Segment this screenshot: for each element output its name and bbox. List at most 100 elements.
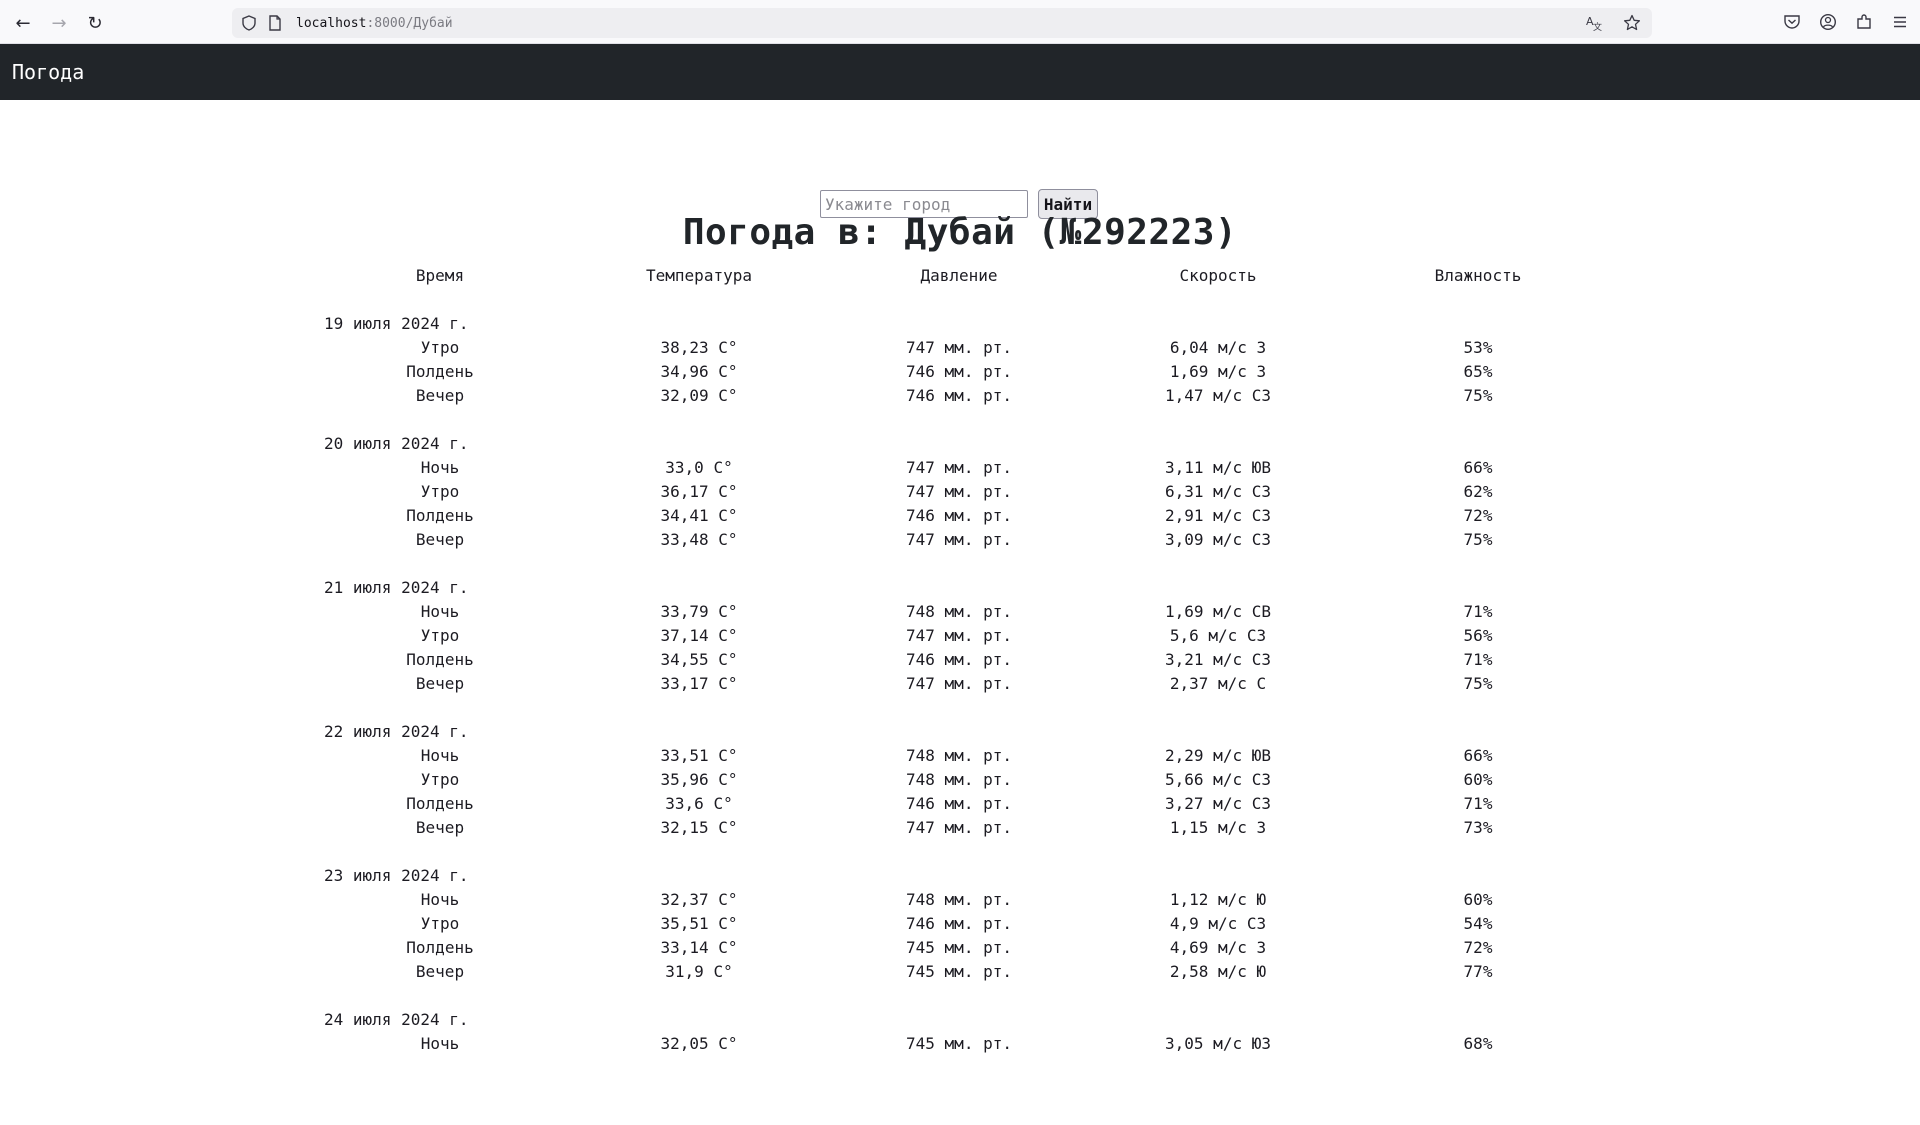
page-info-icon[interactable] <box>266 14 284 32</box>
table-row: Вечер 33,48 C° 747 мм. рт. 3,09 м/с СЗ 75% <box>310 528 1610 552</box>
wind-cell: 3,09 м/с СЗ <box>1165 530 1271 549</box>
humidity-cell: 71% <box>1463 602 1493 621</box>
reload-icon: ↻ <box>87 12 103 34</box>
humidity-cell: 60% <box>1463 770 1493 789</box>
day-group: 22 июля 2024 г. Ночь 33,51 C° 748 мм. рт. 2,… <box>310 720 1610 840</box>
wind-cell: 1,15 м/с З <box>1169 818 1267 837</box>
table-row: Вечер 32,15 C° 747 мм. рт. 1,15 м/с З 73% <box>310 816 1610 840</box>
pressure-cell: 747 мм. рт. <box>906 818 1012 837</box>
day-group: 24 июля 2024 г. Ночь 32,05 C° 745 мм. рт. 3,… <box>310 1008 1610 1056</box>
column-header-wind-speed: Скорость <box>1179 266 1257 285</box>
wind-cell: 4,9 м/с СЗ <box>1169 914 1267 933</box>
pressure-cell: 745 мм. рт. <box>906 938 1012 957</box>
humidity-cell: 66% <box>1463 746 1493 765</box>
temperature-cell: 33,6 C° <box>665 794 733 813</box>
temperature-cell: 33,17 C° <box>660 674 738 693</box>
back-arrow-icon: ← <box>15 12 31 34</box>
humidity-cell: 68% <box>1463 1034 1493 1053</box>
bookmark-star-icon[interactable] <box>1620 11 1644 35</box>
browser-toolbar: ← → ↻ localhost:8000/Дубай A文 <box>0 0 1920 44</box>
brand-link[interactable]: Погода <box>12 60 84 84</box>
humidity-cell: 62% <box>1463 482 1493 501</box>
wind-cell: 2,91 м/с СЗ <box>1165 506 1271 525</box>
table-row: Полдень 33,14 C° 745 мм. рт. 4,69 м/с З 72% <box>310 936 1610 960</box>
time-cell: Вечер <box>415 962 465 981</box>
pressure-cell: 746 мм. рт. <box>906 362 1012 381</box>
forward-button[interactable]: → <box>46 10 72 36</box>
time-cell: Ночь <box>420 458 460 477</box>
forward-arrow-icon: → <box>51 12 67 34</box>
time-cell: Утро <box>420 482 460 501</box>
humidity-cell: 56% <box>1463 626 1493 645</box>
time-cell: Утро <box>420 914 460 933</box>
time-cell: Утро <box>420 338 460 357</box>
temperature-cell: 35,51 C° <box>660 914 738 933</box>
table-row: Полдень 34,96 C° 746 мм. рт. 1,69 м/с З 65% <box>310 360 1610 384</box>
column-header-time: Время <box>415 266 465 285</box>
wind-cell: 5,66 м/с СЗ <box>1165 770 1271 789</box>
pressure-cell: 747 мм. рт. <box>906 626 1012 645</box>
humidity-cell: 77% <box>1463 962 1493 981</box>
pressure-cell: 748 мм. рт. <box>906 746 1012 765</box>
time-cell: Вечер <box>415 530 465 549</box>
wind-cell: 6,04 м/с З <box>1169 338 1267 357</box>
table-row: Вечер 31,9 C° 745 мм. рт. 2,58 м/с Ю 77% <box>310 960 1610 984</box>
humidity-cell: 75% <box>1463 674 1493 693</box>
temperature-cell: 38,23 C° <box>660 338 738 357</box>
table-row: Утро 37,14 C° 747 мм. рт. 5,6 м/с СЗ 56% <box>310 624 1610 648</box>
extensions-icon[interactable] <box>1852 10 1876 34</box>
humidity-cell: 65% <box>1463 362 1493 381</box>
wind-cell: 5,6 м/с СЗ <box>1169 626 1267 645</box>
pressure-cell: 746 мм. рт. <box>906 914 1012 933</box>
table-row: Вечер 32,09 C° 746 мм. рт. 1,47 м/с СЗ 75% <box>310 384 1610 408</box>
pressure-cell: 747 мм. рт. <box>906 674 1012 693</box>
humidity-cell: 53% <box>1463 338 1493 357</box>
pressure-cell: 747 мм. рт. <box>906 482 1012 501</box>
translate-icon[interactable]: A文 <box>1582 11 1606 35</box>
humidity-cell: 54% <box>1463 914 1493 933</box>
reload-button[interactable]: ↻ <box>82 10 108 36</box>
time-cell: Полдень <box>406 938 474 957</box>
menu-icon[interactable] <box>1888 10 1912 34</box>
temperature-cell: 33,51 C° <box>660 746 738 765</box>
temperature-cell: 32,37 C° <box>660 890 738 909</box>
url-text: localhost:8000/Дубай <box>296 16 453 31</box>
day-date-label: 20 июля 2024 г. <box>324 434 469 453</box>
wind-cell: 1,12 м/с Ю <box>1169 890 1267 909</box>
pressure-cell: 748 мм. рт. <box>906 890 1012 909</box>
day-group: 19 июля 2024 г. Утро 38,23 C° 747 мм. рт. 6,… <box>310 312 1610 408</box>
back-button[interactable]: ← <box>10 10 36 36</box>
url-host: localhost <box>296 15 367 31</box>
pressure-cell: 748 мм. рт. <box>906 602 1012 621</box>
humidity-cell: 71% <box>1463 650 1493 669</box>
table-row: Ночь 32,37 C° 748 мм. рт. 1,12 м/с Ю 60% <box>310 888 1610 912</box>
wind-cell: 2,29 м/с ЮВ <box>1165 746 1271 765</box>
time-cell: Утро <box>420 626 460 645</box>
pressure-cell: 745 мм. рт. <box>906 962 1012 981</box>
temperature-cell: 33,0 C° <box>665 458 733 477</box>
wind-cell: 2,37 м/с С <box>1169 674 1267 693</box>
day-date-label: 23 июля 2024 г. <box>324 866 469 885</box>
humidity-cell: 60% <box>1463 890 1493 909</box>
time-cell: Полдень <box>406 794 474 813</box>
humidity-cell: 71% <box>1463 794 1493 813</box>
temperature-cell: 32,09 C° <box>660 386 738 405</box>
wind-cell: 2,58 м/с Ю <box>1169 962 1267 981</box>
table-row: Полдень 34,41 C° 746 мм. рт. 2,91 м/с СЗ 72% <box>310 504 1610 528</box>
pocket-icon[interactable] <box>1780 10 1804 34</box>
pressure-cell: 746 мм. рт. <box>906 794 1012 813</box>
account-icon[interactable] <box>1816 10 1840 34</box>
day-date-label: 24 июля 2024 г. <box>324 1010 469 1029</box>
table-row: Полдень 33,6 C° 746 мм. рт. 3,27 м/с СЗ 71% <box>310 792 1610 816</box>
pressure-cell: 748 мм. рт. <box>906 770 1012 789</box>
day-date-label: 19 июля 2024 г. <box>324 314 469 333</box>
temperature-cell: 33,79 C° <box>660 602 738 621</box>
humidity-cell: 73% <box>1463 818 1493 837</box>
shield-icon[interactable] <box>240 14 258 32</box>
time-cell: Ночь <box>420 746 460 765</box>
humidity-cell: 75% <box>1463 386 1493 405</box>
temperature-cell: 37,14 C° <box>660 626 738 645</box>
address-bar[interactable]: localhost:8000/Дубай A文 <box>232 8 1652 38</box>
table-row: Вечер 33,17 C° 747 мм. рт. 2,37 м/с С 75% <box>310 672 1610 696</box>
wind-cell: 1,69 м/с З <box>1169 362 1267 381</box>
